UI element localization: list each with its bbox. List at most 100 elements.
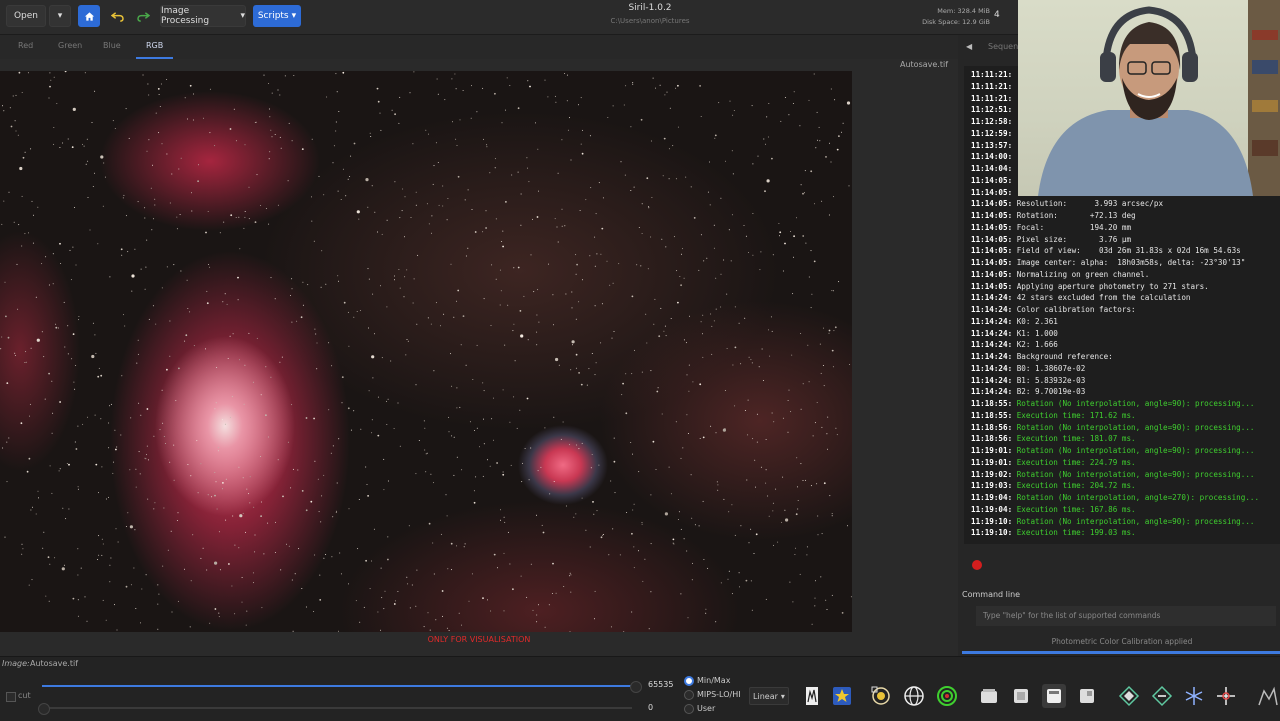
star <box>332 445 334 447</box>
star <box>751 105 753 107</box>
star <box>670 318 672 319</box>
stop-indicator-icon[interactable] <box>972 560 982 570</box>
star <box>216 508 218 510</box>
max-value[interactable]: 65535 <box>648 680 673 689</box>
tab-rgb[interactable]: RGB <box>146 41 163 50</box>
star <box>428 223 430 225</box>
star <box>732 173 734 175</box>
target-icon[interactable] <box>935 684 959 708</box>
star <box>407 583 409 585</box>
min-value[interactable]: 0 <box>648 703 653 712</box>
tab-blue[interactable]: Blue <box>103 41 121 50</box>
star <box>49 465 51 467</box>
star <box>641 203 643 205</box>
star <box>246 610 248 612</box>
star <box>284 75 286 77</box>
star <box>231 396 233 398</box>
star <box>21 543 23 545</box>
star <box>68 463 70 466</box>
star <box>570 369 572 371</box>
star <box>234 613 236 615</box>
star <box>655 469 657 470</box>
log-line: 11:14:24: B2: 9.70019e-03 <box>964 386 1280 398</box>
tab-sequence[interactable]: Sequen <box>988 42 1018 51</box>
command-input[interactable]: Type "help" for the list of supported co… <box>976 606 1276 626</box>
star <box>757 155 759 157</box>
star <box>297 469 299 471</box>
log-timestamp: 11:14:05: <box>971 175 1013 185</box>
mirror-icon[interactable] <box>1182 684 1206 708</box>
min-threshold-slider[interactable] <box>42 707 632 709</box>
star <box>502 389 504 391</box>
star <box>752 213 754 214</box>
star <box>540 466 542 468</box>
star <box>601 227 604 230</box>
max-threshold-slider[interactable] <box>42 685 632 687</box>
star <box>726 293 728 295</box>
star-icon[interactable] <box>830 684 854 708</box>
tab-green[interactable]: Green <box>58 41 82 50</box>
radio-minmax-label: Min/Max <box>697 676 731 685</box>
star <box>193 93 194 95</box>
star <box>682 248 683 250</box>
zoom-fit-icon[interactable] <box>1150 684 1174 708</box>
star <box>642 580 644 582</box>
min-threshold-handle[interactable] <box>38 703 50 715</box>
star <box>450 263 452 265</box>
display-mode-icon[interactable] <box>1042 684 1066 708</box>
radio-mips[interactable] <box>684 690 694 700</box>
star <box>732 114 734 116</box>
log-line: 11:14:24: 42 stars excluded from the cal… <box>964 292 1280 304</box>
star <box>59 242 61 245</box>
star <box>365 559 367 562</box>
stretch-mode-select[interactable]: Linear ▾ <box>749 687 789 705</box>
star <box>60 263 62 264</box>
star <box>507 531 509 533</box>
star <box>277 89 279 91</box>
chart-icon[interactable] <box>1256 684 1280 708</box>
open-button[interactable]: Open <box>6 5 46 27</box>
cut-checkbox[interactable] <box>6 692 16 702</box>
copy-icon[interactable] <box>1009 684 1033 708</box>
star <box>702 356 704 358</box>
radio-minmax[interactable] <box>684 676 694 686</box>
star <box>363 606 365 608</box>
fit-icon[interactable] <box>1117 684 1141 708</box>
star <box>831 594 833 596</box>
max-threshold-handle[interactable] <box>630 681 642 693</box>
radio-user[interactable] <box>684 704 694 714</box>
snapshot-icon[interactable] <box>977 684 1001 708</box>
panel-back-arrow-icon[interactable]: ◀ <box>966 42 972 51</box>
home-button[interactable] <box>78 5 100 27</box>
star <box>638 471 640 473</box>
star <box>728 229 730 231</box>
photometry-icon[interactable] <box>869 684 893 708</box>
star <box>166 153 168 155</box>
star <box>623 104 625 106</box>
histogram-icon[interactable] <box>800 684 824 708</box>
star <box>6 481 8 483</box>
star <box>254 122 256 123</box>
star <box>442 205 444 207</box>
star <box>772 510 774 512</box>
star <box>2 447 4 449</box>
star <box>180 157 182 159</box>
star <box>25 351 27 353</box>
star <box>823 482 826 485</box>
star <box>805 479 806 481</box>
scripts-menu[interactable]: Scripts ▾ <box>253 5 301 27</box>
star <box>833 196 834 198</box>
star <box>428 133 429 135</box>
undo-button[interactable] <box>106 5 128 27</box>
tab-red[interactable]: Red <box>18 41 33 50</box>
star <box>482 231 484 233</box>
image-processing-menu[interactable]: Image Processing ▾ <box>160 5 246 27</box>
astro-image[interactable] <box>0 71 852 632</box>
panel-icon[interactable] <box>1075 684 1099 708</box>
open-dropdown-button[interactable]: ▾ <box>49 5 71 27</box>
crosshair-icon[interactable] <box>1214 684 1238 708</box>
star <box>415 384 417 386</box>
globe-icon[interactable] <box>902 684 926 708</box>
redo-button[interactable] <box>132 5 154 27</box>
star <box>675 178 677 180</box>
